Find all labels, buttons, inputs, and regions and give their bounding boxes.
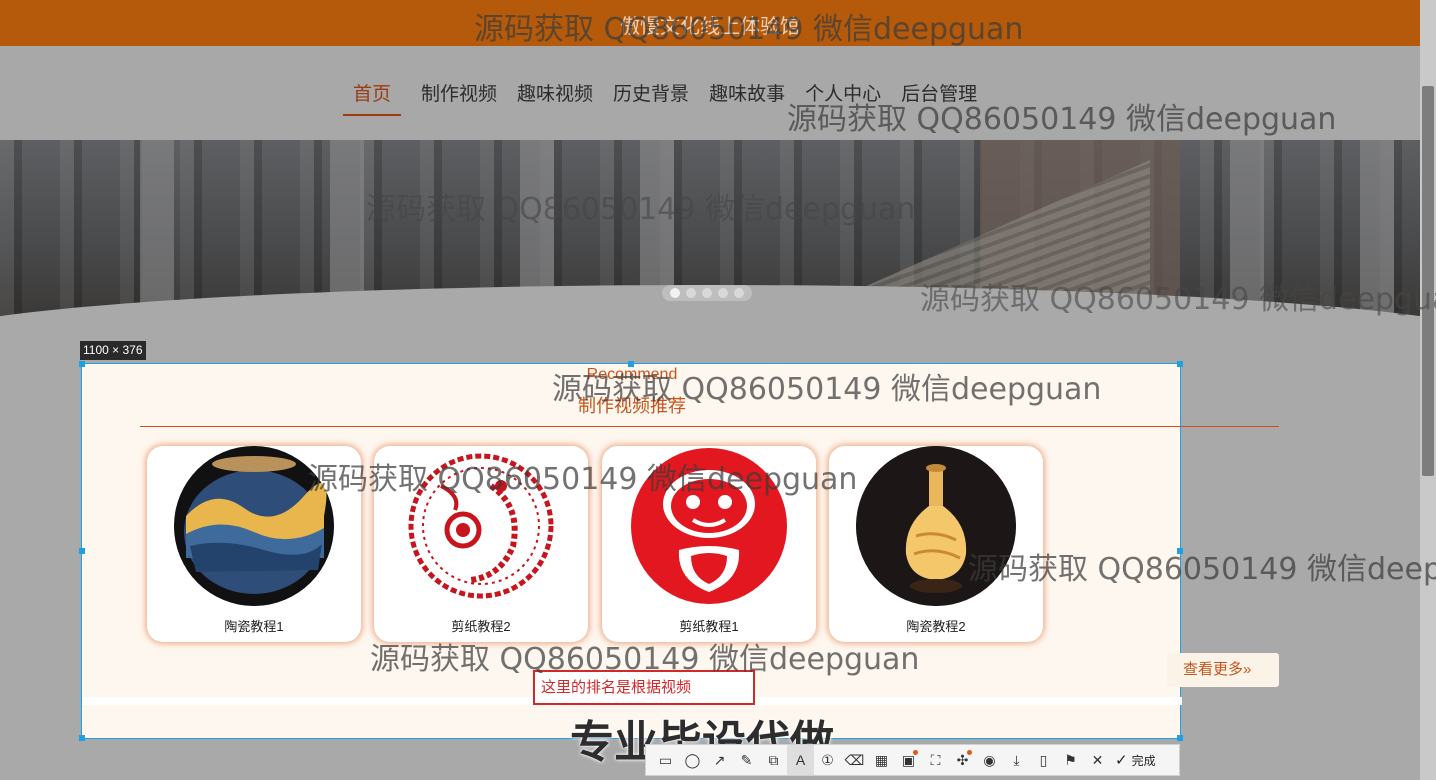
text-icon[interactable]: A xyxy=(787,745,814,775)
capture-selection[interactable]: Recommend 制作视频推荐 陶瓷教程1 剪纸教程2 剪纸教程1 陶瓷教程2… xyxy=(79,361,1279,741)
resize-handle[interactable] xyxy=(79,548,85,554)
banner-pillar xyxy=(1230,140,1264,320)
capture-size-label: 1100 × 376 xyxy=(80,341,146,360)
nav-item-home[interactable]: 首页 xyxy=(343,79,402,116)
pin-icon[interactable]: ✣ xyxy=(949,745,976,775)
done-label: 完成 xyxy=(1131,753,1156,768)
scan-icon[interactable]: ⛶ xyxy=(922,745,949,775)
main-nav: 首页 制作视频 趣味视频 历史背景 趣味故事 个人中心 后台管理 xyxy=(0,46,1420,140)
pen-icon[interactable]: ✎ xyxy=(733,745,760,775)
number-icon[interactable]: ① xyxy=(814,745,841,775)
card-thumbnail[interactable] xyxy=(629,446,789,606)
card-thumbnail[interactable] xyxy=(401,446,561,606)
section-title-en: Recommend xyxy=(586,366,678,383)
download-icon[interactable]: ⤓ xyxy=(1003,745,1030,775)
ceramic-lamp-vase-image xyxy=(856,446,1016,606)
arrow-icon[interactable]: ↗ xyxy=(706,745,733,775)
section-title-cn: 制作视频推荐 xyxy=(578,396,686,416)
carousel-dot[interactable] xyxy=(686,288,696,298)
site-header: 傲慢文化线上体验馆 xyxy=(0,0,1420,46)
view-more-link[interactable]: 查看更多» xyxy=(1167,653,1279,687)
video-card[interactable]: 剪纸教程1 xyxy=(602,446,816,642)
resize-handle[interactable] xyxy=(1177,735,1183,741)
ellipse-icon[interactable]: ◯ xyxy=(679,745,706,775)
page-scrollbar[interactable] xyxy=(1420,0,1436,780)
card-thumbnail[interactable] xyxy=(174,446,334,606)
nav-item-fun-video[interactable]: 趣味视频 xyxy=(517,79,593,116)
card-caption[interactable]: 陶瓷教程2 xyxy=(829,616,1043,635)
bookmark-icon[interactable]: ⚑ xyxy=(1057,745,1084,775)
record-icon[interactable]: ◉ xyxy=(976,745,1003,775)
nav-item-profile[interactable]: 个人中心 xyxy=(805,79,881,116)
banner-pillar xyxy=(140,140,174,320)
card-thumbnail[interactable] xyxy=(856,446,1016,606)
papercut-figure-image xyxy=(631,448,787,604)
card-caption[interactable]: 剪纸教程1 xyxy=(602,616,816,635)
crop-icon[interactable]: ⧉ xyxy=(760,745,787,775)
resize-handle[interactable] xyxy=(1177,548,1183,554)
carousel-dot[interactable] xyxy=(718,288,728,298)
nav-item-make-video[interactable]: 制作视频 xyxy=(421,79,497,116)
card-caption[interactable]: 剪纸教程2 xyxy=(374,616,588,635)
carousel-dot[interactable] xyxy=(702,288,712,298)
resize-handle[interactable] xyxy=(79,735,85,741)
video-card[interactable]: 剪纸教程2 xyxy=(374,446,588,642)
annotation-text-box[interactable]: 这里的排名是根据视频 xyxy=(533,670,755,705)
nav-item-fun-story[interactable]: 趣味故事 xyxy=(709,79,785,116)
capture-toolbar: ▭ ◯ ↗ ✎ ⧉ A ① ⌫ ▦ ▣ ⛶ ✣ ◉ ⤓ ▯ ⚑ ✕ ✓ 完成 xyxy=(645,744,1180,776)
nav-item-history[interactable]: 历史背景 xyxy=(613,79,689,116)
done-button[interactable]: ✓ 完成 xyxy=(1115,751,1156,769)
eraser-icon[interactable]: ⌫ xyxy=(841,745,868,775)
ceramic-vase-image xyxy=(174,446,334,606)
mosaic-icon[interactable]: ▦ xyxy=(868,745,895,775)
close-icon[interactable]: ✕ xyxy=(1084,745,1111,775)
site-title: 傲慢文化线上体验馆 xyxy=(620,16,800,38)
papercut-peacock-image xyxy=(408,453,554,599)
long-shot-icon[interactable]: ▯ xyxy=(1030,745,1057,775)
nav-item-admin[interactable]: 后台管理 xyxy=(901,79,977,116)
ocr-icon[interactable]: ▣ xyxy=(895,745,922,775)
check-icon: ✓ xyxy=(1115,752,1128,769)
rectangle-icon[interactable]: ▭ xyxy=(652,745,679,775)
video-card[interactable]: 陶瓷教程1 xyxy=(147,446,361,642)
video-card[interactable]: 陶瓷教程2 xyxy=(829,446,1043,642)
carousel-dot[interactable] xyxy=(670,288,680,298)
carousel-dot[interactable] xyxy=(734,288,744,298)
banner-pillar xyxy=(1360,140,1394,320)
card-caption[interactable]: 陶瓷教程1 xyxy=(147,616,361,635)
section-divider xyxy=(140,426,1279,427)
scrollbar-thumb[interactable] xyxy=(1422,86,1434,476)
carousel-dots xyxy=(662,285,752,301)
